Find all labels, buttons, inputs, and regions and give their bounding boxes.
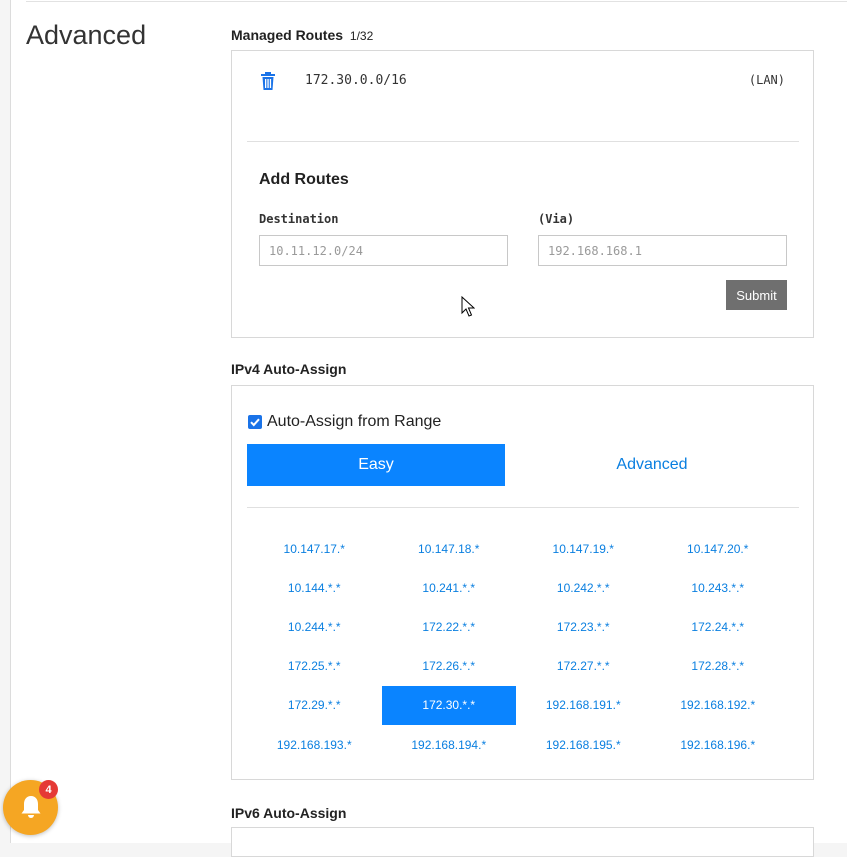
range-option[interactable]: 10.244.*.* bbox=[247, 607, 382, 646]
route-address: 172.30.0.0/16 bbox=[305, 73, 407, 88]
auto-assign-checkbox[interactable] bbox=[248, 415, 262, 429]
auto-assign-label: Auto-Assign from Range bbox=[267, 413, 442, 430]
ipv6-card bbox=[231, 827, 814, 857]
range-option[interactable]: 192.168.194.* bbox=[382, 725, 517, 764]
ipv4-label: IPv4 Auto-Assign bbox=[231, 361, 347, 377]
route-tag: (LAN) bbox=[748, 73, 785, 87]
range-option[interactable]: 172.27.*.* bbox=[516, 647, 651, 686]
range-option[interactable]: 10.147.20.* bbox=[651, 529, 786, 568]
via-input[interactable] bbox=[538, 235, 787, 266]
ipv6-label: IPv6 Auto-Assign bbox=[231, 805, 347, 821]
range-option[interactable]: 10.147.17.* bbox=[247, 529, 382, 568]
range-option[interactable]: 192.168.191.* bbox=[516, 686, 651, 725]
routes-divider bbox=[247, 141, 799, 142]
range-option[interactable]: 192.168.195.* bbox=[516, 725, 651, 764]
ipv4-card: Auto-Assign from Range Easy Advanced 10.… bbox=[231, 385, 814, 780]
ipv4-divider bbox=[247, 507, 799, 508]
mouse-pointer-icon bbox=[461, 295, 476, 318]
range-option[interactable]: 172.30.*.* bbox=[381, 685, 516, 725]
range-option[interactable]: 10.243.*.* bbox=[651, 568, 786, 607]
range-grid: 10.147.17.* 10.147.18.* 10.147.19.* 10.147.… bbox=[247, 529, 785, 764]
managed-routes-card: 172.30.0.0/16 (LAN) Add Routes Destinati… bbox=[231, 50, 814, 338]
range-option[interactable]: 10.144.*.* bbox=[247, 568, 382, 607]
range-option[interactable]: 192.168.192.* bbox=[651, 686, 786, 725]
range-option[interactable]: 172.26.*.* bbox=[382, 647, 517, 686]
range-option[interactable]: 10.147.19.* bbox=[516, 529, 651, 568]
range-option[interactable]: 172.24.*.* bbox=[651, 607, 786, 646]
range-option[interactable]: 172.25.*.* bbox=[247, 647, 382, 686]
bell-icon bbox=[21, 796, 41, 818]
range-option[interactable]: 10.242.*.* bbox=[516, 568, 651, 607]
range-option[interactable]: 172.23.*.* bbox=[516, 607, 651, 646]
managed-routes-count: 1/32 bbox=[349, 29, 374, 43]
top-divider bbox=[26, 1, 847, 2]
range-option[interactable]: 172.29.*.* bbox=[247, 686, 382, 725]
via-label: (Via) bbox=[538, 212, 575, 226]
range-option[interactable]: 192.168.193.* bbox=[247, 725, 382, 764]
add-routes-title: Add Routes bbox=[259, 171, 349, 188]
submit-button[interactable]: Submit bbox=[726, 280, 787, 310]
trash-icon[interactable] bbox=[260, 72, 276, 90]
tab-advanced[interactable]: Advanced bbox=[505, 444, 799, 486]
range-option[interactable]: 172.22.*.* bbox=[382, 607, 517, 646]
notification-badge: 4 bbox=[39, 780, 58, 799]
tab-easy[interactable]: Easy bbox=[247, 444, 505, 486]
managed-routes-label: Managed Routes 1/32 bbox=[231, 27, 373, 43]
range-option[interactable]: 10.147.18.* bbox=[382, 529, 517, 568]
destination-input[interactable] bbox=[259, 235, 508, 266]
range-option[interactable]: 192.168.196.* bbox=[651, 725, 786, 764]
range-option[interactable]: 10.241.*.* bbox=[382, 568, 517, 607]
destination-label: Destination bbox=[259, 212, 339, 226]
managed-routes-title: Managed Routes bbox=[231, 27, 344, 43]
range-option[interactable]: 172.28.*.* bbox=[651, 647, 786, 686]
section-title: Advanced bbox=[26, 20, 147, 50]
